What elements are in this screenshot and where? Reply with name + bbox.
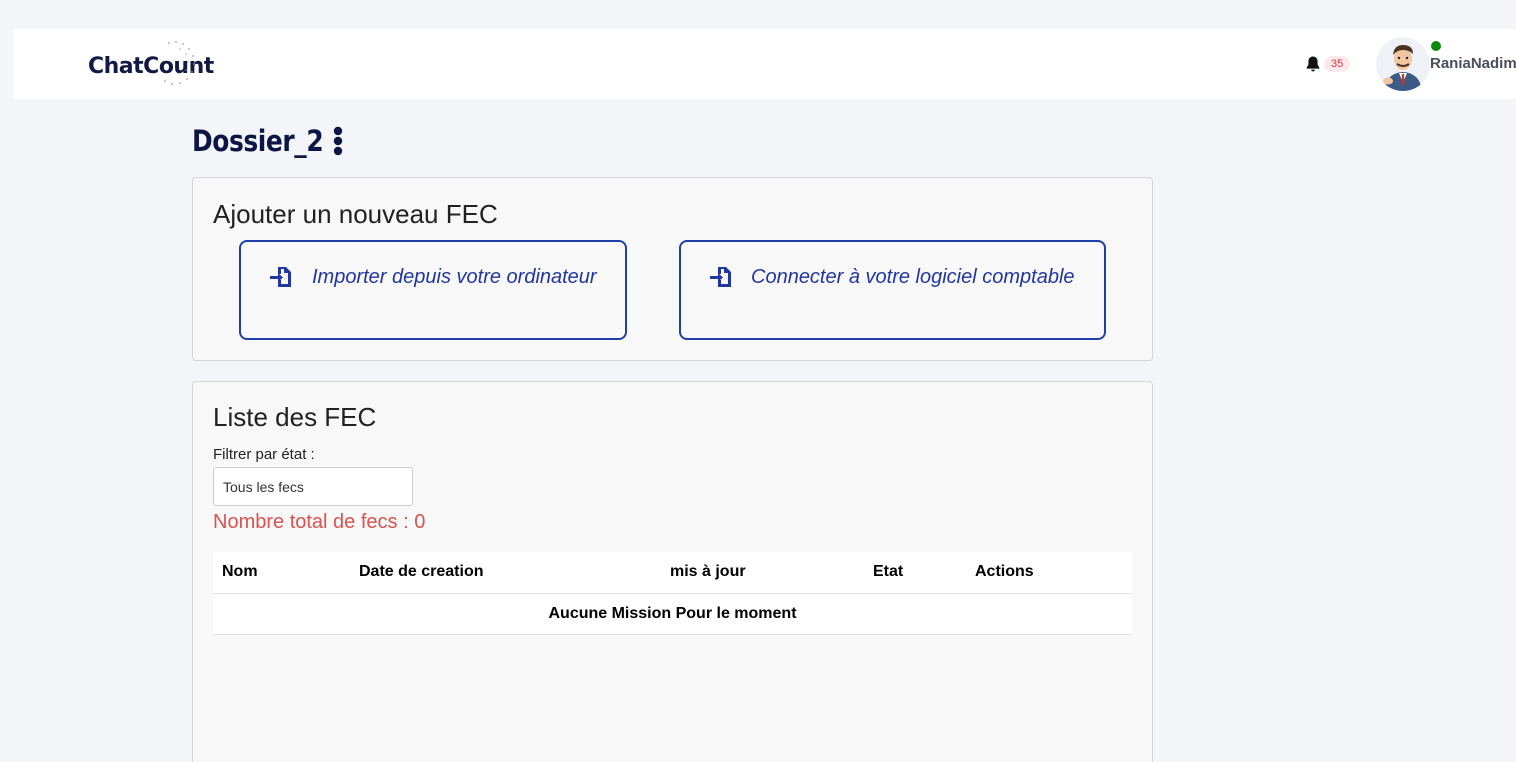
table-row: Aucune Mission Pour le moment	[213, 593, 1132, 635]
column-header-etat[interactable]: Etat	[864, 552, 966, 594]
column-header-mis-a-jour[interactable]: mis à jour	[661, 552, 864, 594]
user-avatar-icon	[1376, 37, 1430, 91]
page-title-text: Dossier_2	[192, 124, 324, 158]
import-from-computer-button[interactable]: Importer depuis votre ordinateur	[239, 240, 627, 340]
filter-state-select[interactable]: Tous les fecs	[213, 467, 413, 506]
user-name[interactable]: RaniaNadim	[1430, 55, 1516, 72]
logo-dots-icon	[164, 41, 195, 85]
connect-accounting-software-button[interactable]: Connecter à votre logiciel comptable	[679, 240, 1106, 340]
bell-icon[interactable]	[1305, 55, 1321, 73]
fec-list-card: Liste des FEC Filtrer par état : Tous le…	[192, 381, 1153, 762]
column-header-nom[interactable]: Nom	[213, 552, 350, 594]
online-status-dot	[1431, 41, 1441, 51]
add-fec-title: Ajouter un nouveau FEC	[213, 199, 498, 229]
connect-accounting-software-label: Connecter à votre logiciel comptable	[751, 266, 1075, 288]
total-fec-count: Nombre total de fecs : 0	[213, 511, 426, 533]
filter-label: Filtrer par état :	[213, 446, 315, 463]
notification-count-badge[interactable]: 35	[1324, 56, 1351, 72]
add-fec-card: Ajouter un nouveau FEC Importer depuis v…	[192, 177, 1153, 361]
table-header-row: Nom Date de creation mis à jour Etat Act…	[213, 552, 1132, 594]
file-import-icon	[270, 267, 291, 287]
empty-table-message: Aucune Mission Pour le moment	[213, 593, 1132, 635]
avatar[interactable]	[1376, 37, 1430, 91]
fec-table: Nom Date de creation mis à jour Etat Act…	[213, 552, 1132, 635]
file-import-icon	[710, 267, 731, 287]
top-navbar: ChatCount 35 RaniaNadim	[14, 29, 1516, 99]
fec-list-title: Liste des FEC	[213, 402, 377, 432]
kebab-menu-icon[interactable]	[332, 124, 344, 158]
column-header-actions: Actions	[966, 552, 1132, 594]
column-header-date-creation[interactable]: Date de creation	[350, 552, 661, 594]
filter-selected-value: Tous les fecs	[223, 479, 304, 495]
page-title: Dossier_2	[192, 124, 344, 158]
import-from-computer-label: Importer depuis votre ordinateur	[312, 266, 597, 288]
chatcount-logo[interactable]: ChatCount	[88, 41, 214, 86]
